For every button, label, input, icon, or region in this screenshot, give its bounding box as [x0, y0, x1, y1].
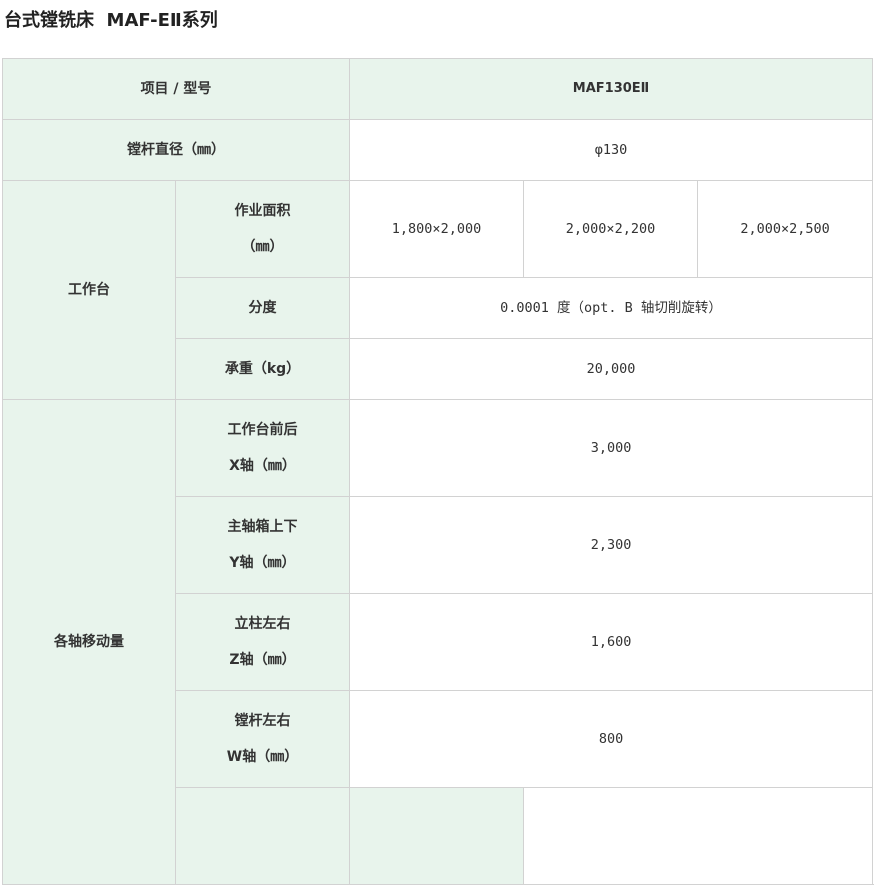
y-travel-label-line1: 主轴箱上下 — [227, 519, 298, 535]
z-travel-label-line2: Z轴（㎜） — [229, 652, 296, 668]
work-area-value-1: 1,800×2,000 — [349, 180, 524, 278]
spindle-diameter-value: φ130 — [348, 119, 874, 181]
w-travel-label: 镗杆左右 W轴（㎜） — [175, 690, 350, 788]
page-title: 台式镗铣床 MAF-EⅡ系列 — [4, 10, 218, 31]
x-travel-label: 工作台前后 X轴（㎜） — [175, 399, 350, 497]
continued-value-cell — [522, 787, 874, 885]
table-row-header: 项目 / 型号 MAF130EⅡ — [2, 58, 874, 120]
w-travel-label-line1: 镗杆左右 — [234, 713, 291, 729]
work-area-label-line1: 作业面积 — [234, 203, 291, 219]
w-travel-label-line2: W轴（㎜） — [226, 749, 299, 765]
table-row-spindle: 镗杆直径（㎜） φ130 — [2, 119, 874, 181]
w-travel-value: 800 — [348, 690, 874, 788]
continued-label-cell — [349, 787, 524, 885]
load-label: 承重（kg） — [175, 338, 350, 400]
z-travel-value: 1,600 — [348, 593, 874, 691]
continued-group-cell — [175, 787, 350, 885]
y-travel-value: 2,300 — [348, 496, 874, 594]
indexing-label: 分度 — [175, 277, 350, 339]
y-travel-label: 主轴箱上下 Y轴（㎜） — [175, 496, 350, 594]
worktable-group-label: 工作台 — [2, 180, 176, 400]
indexing-value: 0.0001 度（opt. B 轴切削旋转） — [348, 277, 874, 339]
y-travel-label-line2: Y轴（㎜） — [229, 555, 296, 571]
work-area-label: 作业面积 （㎜） — [175, 180, 350, 278]
z-travel-label-line1: 立柱左右 — [234, 616, 291, 632]
spindle-diameter-label: 镗杆直径（㎜） — [2, 119, 350, 181]
load-value: 20,000 — [348, 338, 874, 400]
spec-table: 项目 / 型号 MAF130EⅡ 镗杆直径（㎜） φ130 工作台 作业面积 （… — [2, 58, 874, 885]
x-travel-label-line2: X轴（㎜） — [229, 458, 296, 474]
work-area-value-2: 2,000×2,200 — [523, 180, 698, 278]
table-row-work-area: 工作台 作业面积 （㎜） 1,800×2,000 2,000×2,200 2,0… — [2, 180, 874, 400]
header-item-label: 项目 / 型号 — [2, 58, 350, 120]
work-area-value-3: 2,000×2,500 — [696, 180, 874, 278]
travel-group-label: 各轴移动量 — [2, 399, 176, 885]
table-row-x-travel: 各轴移动量 工作台前后 X轴（㎜） 3,000 — [2, 399, 874, 885]
z-travel-label: 立柱左右 Z轴（㎜） — [175, 593, 350, 691]
work-area-label-line2: （㎜） — [241, 239, 284, 255]
x-travel-label-line1: 工作台前后 — [227, 422, 298, 438]
header-model: MAF130EⅡ — [348, 58, 874, 120]
x-travel-value: 3,000 — [348, 399, 874, 497]
